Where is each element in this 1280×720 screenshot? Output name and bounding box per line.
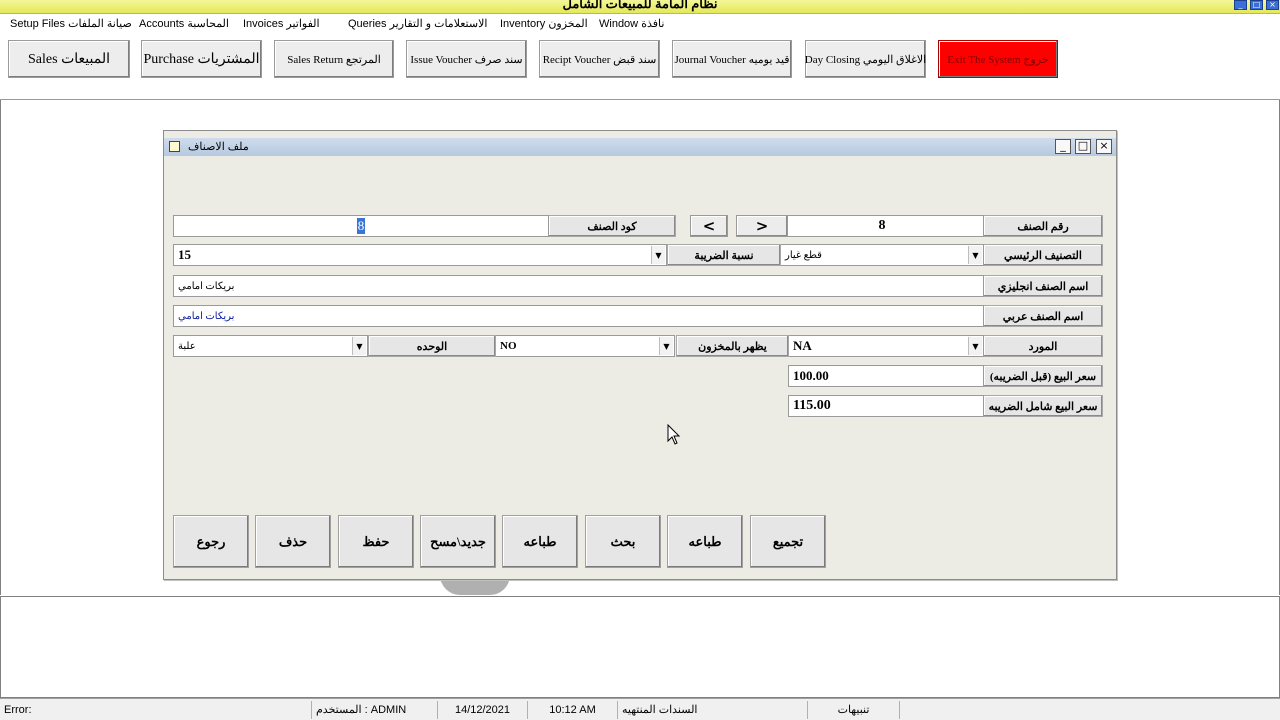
- chevron-down-icon[interactable]: ▼: [968, 337, 982, 355]
- item-number-field[interactable]: 8: [780, 215, 984, 237]
- dialog-close-icon[interactable]: ×: [1096, 139, 1112, 154]
- price-before-tax-field[interactable]: 100.00: [788, 365, 984, 387]
- time-status: 10:12 AM: [528, 701, 618, 719]
- english-name-label: اسم الصنف انجليزي: [983, 275, 1103, 297]
- menu-bar: Setup Files صيانة الملفات Accounts المحا…: [0, 14, 1280, 33]
- menu-window[interactable]: Window نافذة: [599, 17, 664, 30]
- price-with-tax-label: سعر البيع شامل الضريبه: [983, 395, 1103, 417]
- main-category-label: التصنيف الرئيسي: [983, 244, 1103, 266]
- unit-select[interactable]: علبة ▼: [173, 335, 368, 357]
- main-category-select[interactable]: قطع غيار ▼: [780, 244, 984, 266]
- alerts-status[interactable]: تنبيهات: [808, 701, 900, 719]
- tax-rate-select[interactable]: 15 ▼: [173, 244, 667, 266]
- collect-button[interactable]: تجميع: [750, 515, 826, 568]
- date-status: 14/12/2021: [438, 701, 528, 719]
- english-name-field[interactable]: بريكات امامي: [173, 275, 984, 297]
- print-button-2[interactable]: طباعه: [667, 515, 743, 568]
- show-in-stock-select[interactable]: NO ▼: [495, 335, 675, 357]
- app-title-bar: نظام المامة للمبيعات الشامل _ □ ×: [0, 0, 1280, 14]
- menu-accounts[interactable]: Accounts المحاسبة: [139, 17, 229, 30]
- maximize-icon[interactable]: □: [1250, 0, 1263, 10]
- arabic-name-label: اسم الصنف عربي: [983, 305, 1103, 327]
- show-in-stock-label: يظهر بالمخزون: [676, 335, 789, 357]
- item-code-field[interactable]: 8: [173, 215, 549, 237]
- purchase-button[interactable]: Purchase المشتريات: [141, 40, 262, 78]
- items-dialog: ملف الاصناف _ □ × رقم الصنف 8 > < كود ال…: [163, 130, 1117, 580]
- unit-value: علبة: [178, 340, 196, 352]
- status-bar: Error: المستخدم : ADMIN 14/12/2021 10:12…: [0, 698, 1280, 720]
- supplier-value: NA: [793, 338, 812, 353]
- form-icon: [169, 141, 180, 152]
- main-category-value: قطع غيار: [785, 249, 822, 261]
- dialog-minimize-icon[interactable]: _: [1055, 139, 1071, 154]
- menu-invoices[interactable]: Invoices الفواتير: [243, 17, 320, 30]
- user-name: ADMIN: [370, 704, 407, 716]
- lower-panel: [0, 596, 1280, 698]
- mouse-cursor-icon: [667, 424, 681, 445]
- print-button[interactable]: طباعه: [502, 515, 578, 568]
- menu-setup-files[interactable]: Setup Files صيانة الملفات: [10, 17, 132, 30]
- error-status: Error:: [0, 701, 312, 719]
- app-title: نظام المامة للمبيعات الشامل: [562, 0, 718, 11]
- expired-docs-status[interactable]: السندات المنتهيه: [618, 701, 808, 719]
- journal-voucher-button[interactable]: Journal Voucher قيد يوميه: [672, 40, 792, 78]
- tax-rate-value: 15: [178, 247, 191, 262]
- price-with-tax-field[interactable]: 115.00: [788, 395, 984, 417]
- supplier-label: المورد: [983, 335, 1103, 357]
- day-closing-button[interactable]: Day Closing الاغلاق اليومي: [805, 40, 926, 78]
- item-number-label: رقم الصنف: [983, 215, 1103, 237]
- sales-return-button[interactable]: Sales Return المرتجع: [274, 40, 394, 78]
- issue-voucher-button[interactable]: Issue Voucher سند صرف: [406, 40, 527, 78]
- delete-button[interactable]: حذف: [255, 515, 331, 568]
- exit-system-button[interactable]: Exit The System خروج: [938, 40, 1058, 78]
- user-label: المستخدم :: [316, 704, 368, 716]
- chevron-down-icon[interactable]: ▼: [968, 246, 982, 264]
- next-record-button[interactable]: >: [736, 215, 788, 237]
- price-before-tax-label: سعر البيع (قبل الضريبه): [983, 365, 1103, 387]
- new-clear-button[interactable]: جديد\مسح: [420, 515, 496, 568]
- menu-queries[interactable]: Queries الاستعلامات و التقارير: [348, 17, 487, 30]
- save-button[interactable]: حفظ: [338, 515, 414, 568]
- minimize-icon[interactable]: _: [1234, 0, 1247, 10]
- show-in-stock-value: NO: [500, 340, 517, 352]
- sales-button[interactable]: Sales المبيعات: [8, 40, 130, 78]
- search-button[interactable]: بحث: [585, 515, 661, 568]
- receipt-voucher-button[interactable]: Recipt Voucher سند قبض: [539, 40, 660, 78]
- tax-rate-label: نسبة الضريبة: [667, 244, 781, 266]
- back-button[interactable]: رجوع: [173, 515, 249, 568]
- arabic-name-field[interactable]: بريكات امامي: [173, 305, 984, 327]
- prev-record-button[interactable]: <: [690, 215, 728, 237]
- menu-inventory[interactable]: Inventory المخزون: [500, 17, 588, 30]
- close-icon[interactable]: ×: [1266, 0, 1279, 10]
- dialog-title: ملف الاصناف: [188, 141, 249, 153]
- item-code-value: 8: [356, 218, 366, 234]
- dialog-title-bar[interactable]: ملف الاصناف: [164, 138, 1116, 156]
- chevron-down-icon[interactable]: ▼: [651, 246, 665, 264]
- unit-label: الوحده: [368, 335, 496, 357]
- toolbar: Sales المبيعات Purchase المشتريات Sales …: [0, 33, 1280, 100]
- item-code-label: كود الصنف: [548, 215, 676, 237]
- chevron-down-icon[interactable]: ▼: [659, 337, 673, 355]
- dialog-maximize-icon[interactable]: □: [1075, 139, 1091, 154]
- user-status: المستخدم : ADMIN: [312, 701, 438, 719]
- supplier-select[interactable]: NA ▼: [788, 335, 984, 357]
- chevron-down-icon[interactable]: ▼: [352, 337, 366, 355]
